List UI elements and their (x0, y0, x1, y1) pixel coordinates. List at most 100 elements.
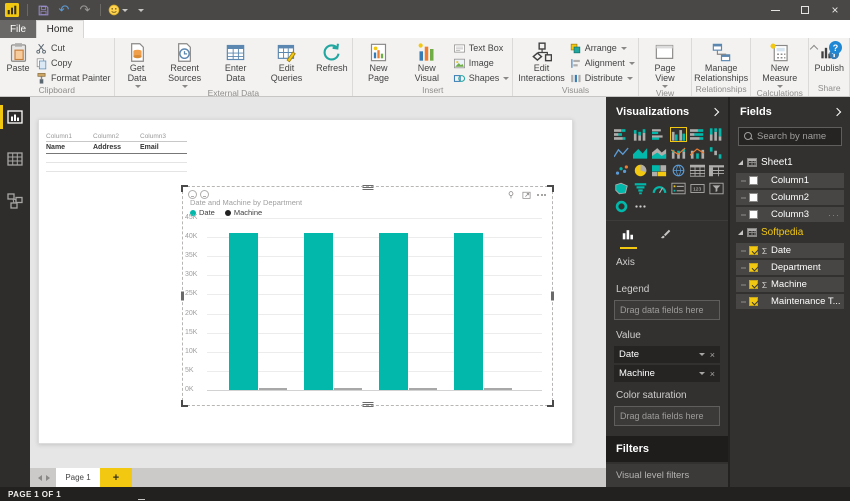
map-icon[interactable] (670, 163, 687, 178)
arrange-button[interactable]: Arrange (569, 41, 635, 55)
shapes-button[interactable]: Shapes (453, 71, 510, 85)
100-stacked-bar-chart-icon[interactable] (689, 127, 706, 142)
selection-handle[interactable] (547, 400, 554, 407)
color-saturation-dropwell[interactable]: Drag data fields here (614, 406, 720, 426)
selection-handle[interactable] (181, 400, 188, 407)
cut-button[interactable]: Cut (35, 41, 111, 55)
more-visuals-icon[interactable] (632, 199, 649, 214)
page-tab-page1[interactable]: Page 1 (56, 468, 100, 487)
field-row-department[interactable]: Department (736, 260, 844, 275)
field-checkbox[interactable] (749, 280, 758, 289)
new-page-button[interactable]: New Page (356, 40, 401, 84)
copy-button[interactable]: Copy (35, 56, 111, 70)
field-search-box[interactable] (738, 127, 842, 146)
fields-table-sheet1[interactable]: Sheet1 (736, 154, 844, 171)
tab-home[interactable]: Home (36, 20, 84, 38)
pie-chart-icon[interactable] (632, 163, 649, 178)
report-view-button[interactable] (0, 105, 30, 129)
field-row-machine[interactable]: ΣMachine (736, 277, 844, 292)
field-checkbox[interactable] (749, 263, 758, 272)
remove-field-icon[interactable]: × (710, 369, 715, 379)
format-painter-button[interactable]: Format Painter (35, 71, 111, 85)
fields-table-softpedia[interactable]: Softpedia (736, 224, 844, 241)
machine-bar[interactable] (259, 388, 287, 390)
selection-handle[interactable] (181, 185, 188, 192)
field-row-column3[interactable]: Column3··· (736, 207, 844, 222)
paste-button[interactable]: Paste (3, 40, 33, 74)
edit-queries-button[interactable]: Edit Queries (261, 40, 313, 84)
field-more-options-icon[interactable]: ··· (828, 210, 844, 220)
100-stacked-column-chart-icon[interactable] (708, 127, 725, 142)
help-icon[interactable]: ? (829, 41, 842, 54)
save-button[interactable] (35, 2, 51, 18)
new-visual-button[interactable]: New Visual (403, 40, 451, 84)
value-field-pill-date[interactable]: Date× (614, 346, 720, 363)
undo-button[interactable]: ↶ (56, 2, 72, 18)
clustered-column-chart-visual[interactable]: Date and Machine by Department DateMachi… (183, 187, 552, 405)
pin-visual-icon[interactable] (506, 190, 516, 200)
tab-field-wells[interactable] (620, 226, 637, 249)
date-bar[interactable] (379, 233, 408, 390)
machine-bar[interactable] (409, 388, 437, 390)
field-checkbox[interactable] (749, 246, 758, 255)
recent-sources-button[interactable]: Recent Sources (159, 40, 211, 88)
customize-toolbar-button[interactable] (133, 2, 149, 18)
focus-mode-icon[interactable] (521, 190, 532, 200)
date-bar[interactable] (304, 233, 333, 390)
expander-icon[interactable] (738, 230, 743, 235)
field-row-maintenance-t[interactable]: Maintenance T... (736, 294, 844, 309)
clustered-column-chart-icon[interactable] (670, 127, 687, 142)
tab-format[interactable] (657, 226, 673, 249)
waterfall-chart-icon[interactable] (708, 145, 725, 160)
legend-dropwell[interactable]: Drag data fields here (614, 300, 720, 320)
line-chart-icon[interactable] (613, 145, 630, 160)
image-button[interactable]: Image (453, 56, 510, 70)
close-button[interactable]: × (820, 0, 850, 20)
field-checkbox[interactable] (749, 297, 758, 306)
slicer-icon[interactable] (708, 181, 725, 196)
line-and-stacked-column-chart-icon[interactable] (670, 145, 687, 160)
search-input[interactable] (757, 131, 837, 142)
collapse-pane-icon[interactable] (833, 108, 841, 116)
field-row-column2[interactable]: Column2 (736, 190, 844, 205)
field-checkbox[interactable] (749, 210, 758, 219)
new-measure-button[interactable]: New Measure (754, 40, 805, 88)
manage-relationships-button[interactable]: Manage Relationships (695, 40, 747, 84)
send-feedback-button[interactable] (108, 2, 128, 18)
value-field-pill-machine[interactable]: Machine× (614, 365, 720, 382)
get-data-button[interactable]: Get Data (118, 40, 157, 88)
filled-map-icon[interactable] (613, 181, 630, 196)
multi-row-card-icon[interactable] (670, 181, 687, 196)
relationships-view-button[interactable] (0, 189, 30, 213)
more-options-icon[interactable] (537, 194, 546, 196)
text-box-button[interactable]: Text Box (453, 41, 510, 55)
alignment-button[interactable]: Alignment (569, 56, 635, 70)
field-row-date[interactable]: ΣDate (736, 243, 844, 258)
distribute-button[interactable]: Distribute (569, 71, 635, 85)
collapse-pane-icon[interactable] (711, 108, 719, 116)
next-page-icon[interactable] (46, 475, 50, 481)
donut-chart-icon[interactable] (613, 199, 630, 214)
add-page-button[interactable]: + (100, 468, 132, 487)
drag-grip[interactable] (362, 402, 373, 407)
field-checkbox[interactable] (749, 193, 758, 202)
table-visual[interactable]: Column1Column2Column3 NameAddressEmail (46, 133, 187, 172)
remove-field-icon[interactable]: × (710, 350, 715, 360)
machine-bar[interactable] (484, 388, 512, 390)
previous-page-icon[interactable] (38, 475, 42, 481)
funnel-icon[interactable] (632, 181, 649, 196)
field-options-caret-icon[interactable] (699, 353, 705, 356)
data-view-button[interactable] (0, 147, 30, 171)
scatter-chart-icon[interactable] (613, 163, 630, 178)
expander-icon[interactable] (738, 160, 743, 165)
field-checkbox[interactable] (749, 176, 758, 185)
stacked-column-chart-icon[interactable] (632, 127, 649, 142)
matrix-icon[interactable] (708, 163, 725, 178)
collapse-ribbon-icon[interactable] (810, 45, 818, 53)
maximize-button[interactable] (790, 0, 820, 20)
legend-item-machine[interactable]: Machine (225, 208, 262, 217)
area-chart-icon[interactable] (632, 145, 649, 160)
refresh-button[interactable]: Refresh (315, 40, 350, 74)
tab-file[interactable]: File (0, 20, 36, 38)
redo-button[interactable]: ↷ (77, 2, 93, 18)
